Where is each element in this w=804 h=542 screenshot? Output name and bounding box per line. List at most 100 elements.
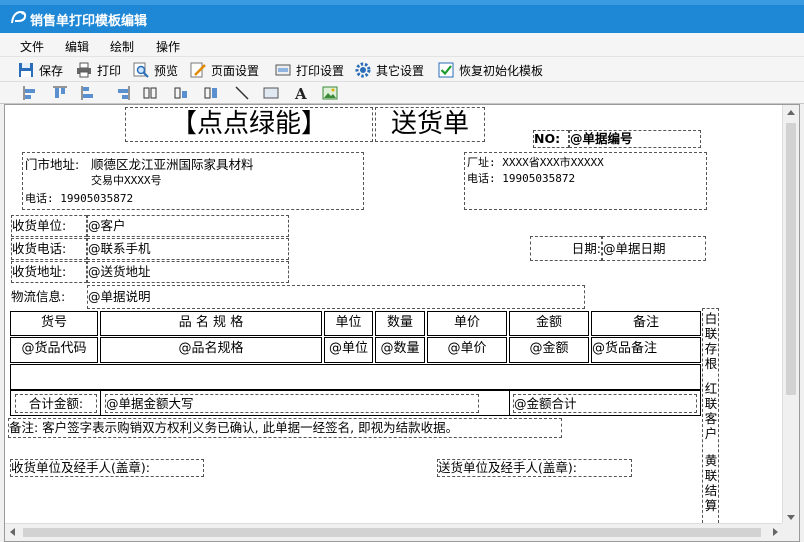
- horizontal-scrollbar[interactable]: [5, 523, 783, 541]
- page-setup-button[interactable]: 页面设置: [190, 61, 259, 79]
- table-field-item-code[interactable]: @货品代码: [10, 337, 98, 363]
- receiver-phone-label[interactable]: 收货电话:: [11, 238, 87, 260]
- horizontal-scroll-thumb[interactable]: [23, 528, 761, 537]
- magnifier-icon: [133, 62, 149, 78]
- align-left-icon[interactable]: [22, 85, 38, 101]
- print-label: 打印: [97, 63, 122, 78]
- factory-block[interactable]: 厂址: XXXX省XXX市XXXXX 电话: 19905035872: [464, 152, 707, 210]
- receiver-address-field[interactable]: @送货地址: [87, 261, 289, 283]
- no-label[interactable]: NO:: [533, 130, 569, 148]
- receiver-unit-field[interactable]: @客户: [87, 215, 289, 237]
- factory-phone: 电话: 19905035872: [467, 172, 576, 185]
- table-header-unit[interactable]: 单位: [324, 311, 373, 336]
- factory-address: 厂址: XXXX省XXX市XXXXX: [467, 156, 604, 169]
- image-tool-icon[interactable]: [322, 85, 338, 101]
- table-field-quantity[interactable]: @数量: [375, 337, 425, 363]
- same-width-icon[interactable]: [142, 85, 158, 101]
- checkbox-checked-icon: [438, 62, 454, 78]
- same-size-icon[interactable]: [203, 85, 219, 101]
- rectangle-tool-icon[interactable]: [263, 85, 279, 101]
- store-address-line2: 交易中XXXX号: [91, 174, 162, 187]
- vertical-scroll-thumb[interactable]: [786, 123, 796, 395]
- print-setup-button[interactable]: 打印设置: [275, 61, 344, 79]
- store-address-label: 门市地址:: [25, 157, 80, 172]
- date-field[interactable]: @单据日期: [602, 236, 706, 261]
- other-setup-button[interactable]: 其它设置: [355, 61, 424, 79]
- align-top-icon[interactable]: [52, 85, 68, 101]
- receiver-address-label[interactable]: 收货地址:: [11, 261, 87, 283]
- total-label[interactable]: 合计金额:: [15, 394, 97, 413]
- restore-template-label: 恢复初始化模板: [459, 63, 544, 78]
- print-button[interactable]: 打印: [76, 61, 121, 79]
- preview-label: 预览: [154, 63, 179, 78]
- total-field[interactable]: @金额合计: [513, 394, 697, 413]
- align-bottom-icon[interactable]: [80, 85, 96, 101]
- floppy-disk-icon: [19, 63, 33, 77]
- restore-template-button[interactable]: 恢复初始化模板: [438, 61, 543, 79]
- table-field-amount[interactable]: @金额: [509, 337, 589, 363]
- table-header-amount[interactable]: 金额: [509, 311, 589, 336]
- logistics-field[interactable]: @单据说明: [87, 285, 585, 309]
- store-address-line1: 顺德区龙江亚洲国际家具材料: [91, 157, 254, 172]
- scrollbar-corner: [782, 523, 799, 541]
- side-copies-field[interactable]: 白联存根 红联客户 黄联结算: [702, 308, 719, 525]
- receiver-unit-label[interactable]: 收货单位:: [11, 215, 87, 237]
- date-label[interactable]: 日期:: [530, 236, 602, 261]
- save-button[interactable]: 保存: [18, 61, 63, 79]
- printer-icon: [77, 62, 91, 78]
- no-field[interactable]: @单据编号: [569, 130, 701, 148]
- table-field-name-spec[interactable]: @品名规格: [100, 337, 322, 363]
- save-label: 保存: [39, 63, 64, 78]
- side-copy-white: 白联存根: [704, 311, 718, 371]
- receiver-sign-field[interactable]: 收货单位及经手人(盖章):: [10, 459, 204, 477]
- app-icon: [11, 10, 27, 24]
- table-detail-band[interactable]: [10, 364, 701, 390]
- table-field-unit[interactable]: @单位: [324, 337, 373, 363]
- total-upper-field[interactable]: @单据金额大写: [105, 394, 479, 413]
- text-tool-icon[interactable]: A: [293, 85, 309, 101]
- total-divider: [100, 391, 101, 415]
- title-doc-field[interactable]: 送货单: [375, 107, 485, 142]
- align-right-icon[interactable]: [115, 85, 131, 101]
- table-field-remark[interactable]: @货品备注: [591, 337, 701, 363]
- table-header-name-spec[interactable]: 品 名 规 格: [100, 311, 322, 336]
- line-tool-icon[interactable]: [234, 85, 250, 101]
- page-setup-label: 页面设置: [211, 63, 260, 78]
- print-settings-icon: [275, 64, 291, 76]
- same-height-icon[interactable]: [173, 85, 189, 101]
- sender-sign-field[interactable]: 送货单位及经手人(盖章):: [437, 459, 632, 477]
- other-setup-label: 其它设置: [376, 63, 425, 78]
- title-brand-field[interactable]: 【点点绿能】: [125, 107, 373, 142]
- scroll-right-icon[interactable]: [773, 528, 778, 536]
- table-header-price[interactable]: 单价: [427, 311, 507, 336]
- side-copy-yellow: 黄联结算: [704, 453, 718, 513]
- scroll-up-icon[interactable]: [787, 110, 795, 115]
- print-setup-label: 打印设置: [296, 63, 345, 78]
- menu-edit[interactable]: 编辑: [65, 38, 89, 55]
- drawing-toolbar: A: [0, 82, 804, 104]
- table-header-remark[interactable]: 备注: [591, 311, 701, 336]
- table-header-item-code[interactable]: 货号: [10, 311, 98, 336]
- total-divider-right: [509, 391, 510, 415]
- side-copy-red: 红联客户: [704, 381, 718, 441]
- svg-text:A: A: [294, 85, 307, 101]
- table-header-quantity[interactable]: 数量: [375, 311, 425, 336]
- receiver-phone-field[interactable]: @联系手机: [87, 238, 289, 260]
- design-canvas-area: 【点点绿能】 送货单 NO: @单据编号 门市地址: 顺德区龙江亚洲国际家具材料…: [4, 104, 800, 542]
- toolbar: 保存 打印 预览 页面设置 打印设置 其它设置 恢复初始化模板: [0, 57, 804, 82]
- menu-bar: 文件 编辑 绘制 操作: [0, 33, 804, 57]
- scroll-left-icon[interactable]: [10, 528, 15, 536]
- table-field-price[interactable]: @单价: [427, 337, 507, 363]
- menu-operate[interactable]: 操作: [156, 38, 180, 55]
- menu-draw[interactable]: 绘制: [110, 38, 134, 55]
- page-edit-icon: [190, 62, 206, 78]
- scroll-down-icon[interactable]: [787, 515, 795, 520]
- vertical-scrollbar[interactable]: [782, 105, 799, 525]
- template-canvas[interactable]: 【点点绿能】 送货单 NO: @单据编号 门市地址: 顺德区龙江亚洲国际家具材料…: [5, 105, 773, 525]
- logistics-label[interactable]: 物流信息:: [11, 286, 87, 308]
- menu-file[interactable]: 文件: [20, 38, 44, 55]
- title-bar-strip: [0, 0, 804, 5]
- note-field[interactable]: 备注: 客户签字表示购销双方权利义务已确认, 此单据一经签名, 即视为结款收据。: [8, 418, 562, 438]
- store-address-block[interactable]: 门市地址: 顺德区龙江亚洲国际家具材料 交易中XXXX号 电话: 1990503…: [22, 152, 364, 210]
- preview-button[interactable]: 预览: [133, 61, 178, 79]
